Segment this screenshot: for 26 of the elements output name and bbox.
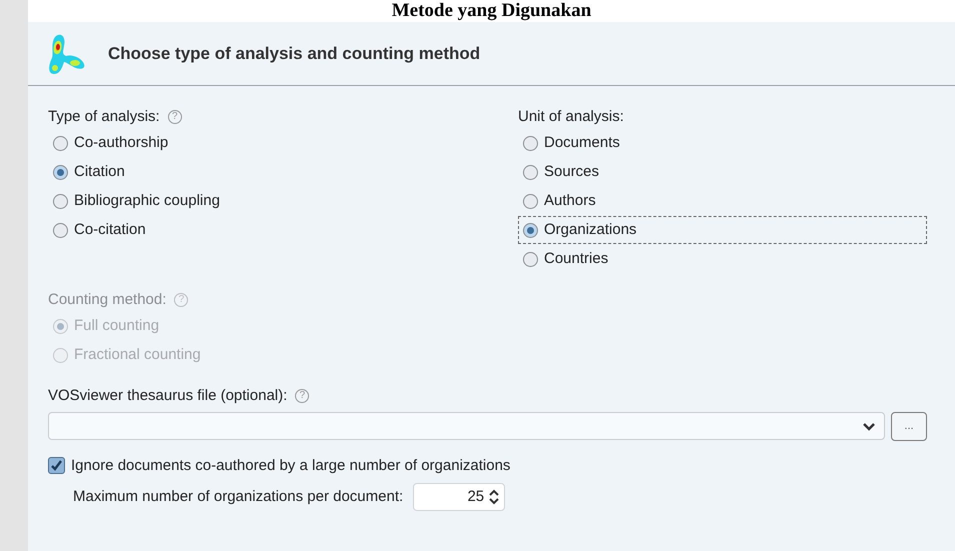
spinner-arrows-icon[interactable]	[488, 488, 500, 506]
dialog-title: Choose type of analysis and counting method	[108, 42, 480, 65]
help-icon: ?	[168, 110, 182, 124]
field-label: VOSviewer thesaurus file (optional):	[48, 386, 288, 406]
document-heading: Metode yang Digunakan	[392, 0, 592, 22]
radio-option[interactable]: Sources	[518, 158, 927, 186]
browse-button[interactable]: ...	[891, 412, 927, 440]
group-label: Unit of analysis:	[518, 106, 624, 127]
help-icon: ?	[174, 293, 188, 307]
radio-option[interactable]: Bibliographic coupling	[48, 187, 518, 215]
radio-option[interactable]: Countries	[518, 245, 927, 273]
checkbox[interactable]	[48, 457, 65, 474]
group-label: Counting method:	[48, 290, 166, 310]
radio-option[interactable]: Authors	[518, 187, 927, 215]
thesaurus-file-dropdown[interactable]	[48, 412, 885, 440]
radio-option[interactable]: Organizations	[518, 216, 927, 244]
radio-option[interactable]: Co-authorship	[48, 129, 518, 157]
number-spinner-field[interactable]: 25	[413, 483, 506, 511]
radio-option[interactable]: Documents	[518, 129, 927, 157]
field-label: Maximum number of organizations per document:	[73, 486, 404, 507]
chevron-down-icon	[862, 422, 876, 430]
radio-option[interactable]: Co-citation	[48, 216, 518, 244]
help-icon: ?	[295, 389, 310, 404]
checkbox-label: Ignore documents co-authored by a large number of organizations	[71, 456, 510, 476]
group-label: Type of analysis:	[48, 106, 160, 127]
radio-option[interactable]: Citation	[48, 158, 518, 186]
